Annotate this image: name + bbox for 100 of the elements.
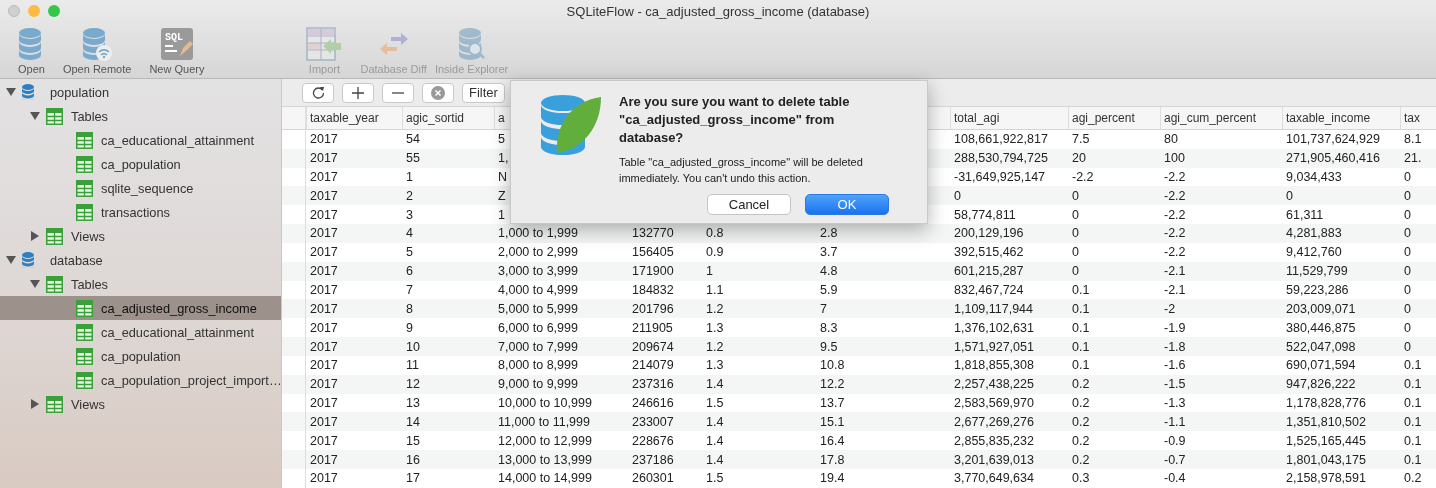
table-cell-text: 14: [405, 414, 421, 429]
table-cell-text: -0.9: [1163, 433, 1187, 448]
table-cell-text: 5,000 to 5,999: [497, 301, 579, 316]
table-cell-text: 6: [405, 264, 414, 279]
table-cell-text: 1,818,855,308: [953, 358, 1035, 373]
table-cell-text: 8: [405, 301, 414, 316]
table-cell-text: 2,000 to 2,999: [497, 245, 579, 260]
table-cell-text: 0: [1403, 188, 1412, 203]
table-cell-text: 0.1: [1403, 358, 1423, 373]
table-cell-text: 4,281,883: [1285, 226, 1343, 241]
table-cell-text: 55: [405, 151, 421, 166]
tree-item-label: ca_population_project_import…: [101, 372, 282, 388]
table-cell-text: 2,855,835,232: [953, 433, 1035, 448]
table-cell-text: 101,737,624,929: [1285, 132, 1381, 147]
tree-item-label: Tables: [71, 108, 108, 124]
table-cell-text: 13: [405, 396, 421, 411]
table-cell-text: 61,311: [1285, 207, 1325, 222]
table-cell-text: 1,351,810,502: [1285, 414, 1367, 429]
table-cell-text: 601,215,287: [953, 264, 1025, 279]
table-cell-text: 0: [953, 188, 962, 203]
table-cell-text: 16.4: [819, 433, 846, 448]
table-cell-text: -2.2: [1163, 245, 1187, 260]
table-cell-text: 2017: [309, 452, 339, 467]
table-cell-text: 1: [497, 207, 506, 222]
table-cell-text: 1.4: [705, 433, 725, 448]
table-cell-text: 2,257,438,225: [953, 377, 1035, 392]
table-cell-text: 0: [1403, 226, 1412, 241]
table-cell-text: 0.1: [1071, 320, 1091, 335]
table-cell-text: 246616: [631, 396, 675, 411]
table-cell-text: 214079: [631, 358, 675, 373]
table-cell-text: 0: [1403, 169, 1412, 184]
table-cell-text: 156405: [631, 245, 675, 260]
table-cell-text: 12: [405, 377, 421, 392]
table-cell-text: 5: [405, 245, 414, 260]
table-cell-text: 209674: [631, 339, 675, 354]
table-cell-text: 19.4: [819, 471, 846, 486]
table-cell-text: 58,774,811: [953, 207, 1017, 222]
table-cell-text: 211905: [631, 320, 674, 335]
table-cell-text: 9: [405, 320, 414, 335]
tree-item-label: transactions: [101, 204, 170, 220]
table-cell-text: 0.8: [705, 226, 725, 241]
table-cell-text: 0: [1071, 245, 1080, 260]
table-cell-text: 233007: [631, 414, 675, 429]
table-cell-text: 0.1: [1403, 377, 1423, 392]
table-cell-text: 3,201,639,013: [953, 452, 1035, 467]
tree-item-label: population: [50, 84, 110, 100]
table-cell-text: 13,000 to 13,999: [497, 452, 593, 467]
tree-item-label: ca_population: [101, 348, 181, 364]
table-cell-text: -1.8: [1163, 339, 1187, 354]
table-cell-text: 690,071,594: [1285, 358, 1357, 373]
table-cell-text: 0: [1403, 301, 1412, 316]
table-cell-text: -31,649,925,147: [953, 169, 1047, 184]
table-cell-text: 108,661,922,817: [953, 132, 1049, 147]
window-title: SQLiteFlow - ca_adjusted_gross_income (database): [566, 3, 870, 19]
table-cell-text: 2017: [309, 471, 339, 486]
table-cell-text: 2017: [309, 226, 339, 241]
table-cell-text: 0: [1071, 226, 1080, 241]
table-cell-text: 0.1: [1403, 452, 1423, 467]
tree-item-label: database: [50, 252, 103, 268]
table-cell-text: -2.2: [1071, 169, 1095, 184]
tree-item-label: Views: [71, 228, 105, 244]
table-cell-text: 1,571,927,051: [953, 339, 1035, 354]
table-cell-text: 2017: [309, 132, 339, 147]
table-cell-text: 2017: [309, 207, 339, 222]
table-cell-text: 2017: [309, 358, 339, 373]
table-cell-text: 17.8: [819, 452, 846, 467]
table-cell-text: 2017: [309, 151, 339, 166]
table-cell-text: -2.2: [1163, 207, 1187, 222]
table-cell-text: 7,000 to 7,999: [497, 339, 579, 354]
table-cell-text: 2017: [309, 414, 339, 429]
table-cell-text: 2.8: [819, 226, 839, 241]
table-cell-text: 9,034,433: [1285, 169, 1343, 184]
table-cell-text: 0: [1403, 320, 1412, 335]
table-cell-text: 14,000 to 14,999: [497, 471, 593, 486]
table-cell-text: 2017: [309, 339, 339, 354]
table-cell-text: 2017: [309, 301, 339, 316]
table-cell-text: -0.7: [1163, 452, 1187, 467]
table-cell-text: 12.2: [819, 377, 846, 392]
table-cell-text: 1,178,828,776: [1285, 396, 1367, 411]
table-cell-text: -2: [1163, 301, 1177, 316]
table-cell-text: 0.2: [1071, 433, 1091, 448]
dialog-message: Table "ca_adjusted_gross_income" will be deleted immediately. You can't undo this action.: [619, 155, 864, 186]
table-cell-text: 6,000 to 6,999: [497, 320, 579, 335]
table-cell-text: 4.8: [819, 264, 839, 279]
table-cell-text: 80: [1163, 132, 1179, 147]
table-cell-text: 16: [405, 452, 421, 467]
table-cell-text: 1,801,043,175: [1285, 452, 1367, 467]
table-cell-text: 0: [1403, 339, 1412, 354]
table-cell-text: 2017: [309, 433, 339, 448]
table-cell-text: 522,047,098: [1285, 339, 1357, 354]
table-cell-text: 9,412,760: [1285, 245, 1343, 260]
table-cell-text: 5.9: [819, 283, 839, 297]
table-cell-text: -2.2: [1163, 188, 1187, 203]
table-cell-text: 3,000 to 3,999: [497, 264, 579, 279]
dialog-title: Are you sure you want to delete table "ca_adjusted_gross_income" from database?: [619, 93, 851, 147]
table-cell-text: 0.2: [1071, 396, 1091, 411]
table-cell-text: 184832: [631, 283, 675, 297]
table-cell-text: 0: [1071, 264, 1080, 279]
table-cell-text: 59,223,286: [1285, 283, 1350, 297]
table-cell-text: 0: [1403, 264, 1412, 279]
